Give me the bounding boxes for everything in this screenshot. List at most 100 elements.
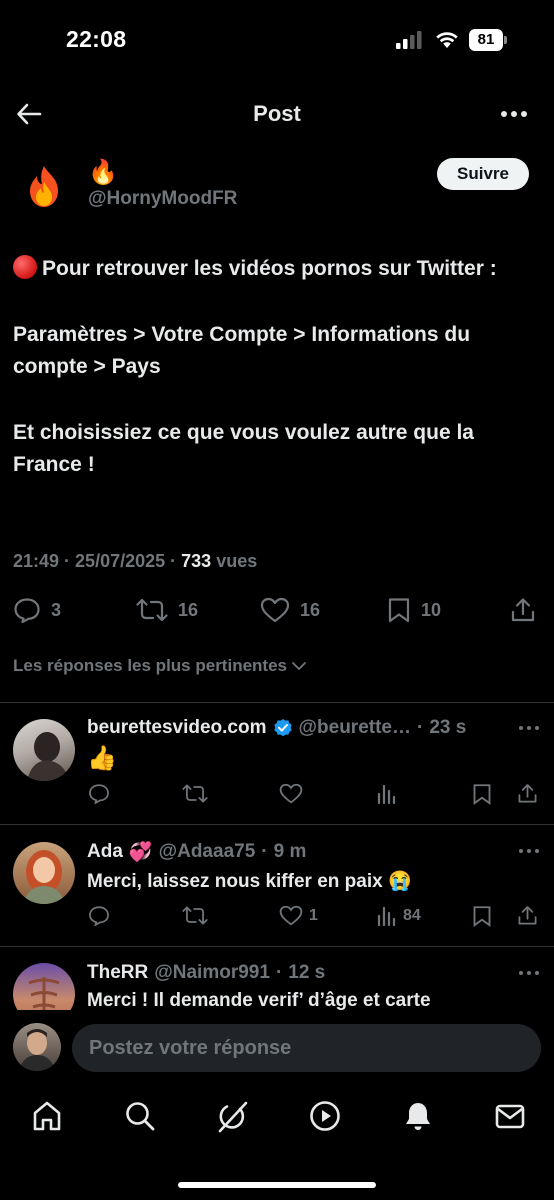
home-icon[interactable]: [31, 1100, 63, 1132]
reply-bookmark-action[interactable]: [472, 783, 492, 805]
reply-icon: [89, 906, 109, 926]
heart-icon: [279, 783, 303, 804]
reply-avatar[interactable]: [13, 842, 75, 904]
avatar-image: [23, 850, 65, 904]
bookmark-icon: [473, 784, 491, 805]
signal-icon: [396, 31, 422, 49]
reply-handle[interactable]: @beurette…: [299, 717, 412, 739]
wifi-icon: [436, 32, 458, 48]
views-icon: [377, 784, 396, 804]
divider: [0, 702, 554, 703]
reply-time: 23 s: [429, 717, 467, 738]
notifications-icon[interactable]: [402, 1100, 434, 1132]
search-icon[interactable]: [124, 1100, 156, 1132]
author-avatar[interactable]: [24, 164, 64, 208]
reply-reply-action[interactable]: [88, 905, 110, 926]
hearts-emoji: 💞: [128, 842, 153, 863]
messages-icon[interactable]: [494, 1100, 526, 1132]
reply-repost-action[interactable]: [182, 783, 208, 804]
bookmark-count: 10: [421, 599, 442, 620]
more-options-icon[interactable]: [500, 104, 528, 124]
heart-icon: [260, 597, 290, 623]
reply-author-name[interactable]: TheRR: [87, 962, 148, 984]
share-icon: [511, 598, 535, 622]
status-time: 22:08: [66, 26, 127, 52]
views-count: 733: [181, 551, 212, 571]
reply-repost-action[interactable]: [182, 905, 208, 926]
reply-header: TheRR @Naimor991 · 12 s: [87, 962, 326, 984]
reply-author-name[interactable]: Ada: [87, 841, 123, 863]
repost-count: 16: [178, 599, 199, 620]
reply-time: 12 s: [288, 962, 326, 983]
video-icon[interactable]: [309, 1100, 341, 1132]
divider: [0, 946, 554, 947]
reply-avatar[interactable]: [13, 719, 75, 781]
reply-handle[interactable]: @Adaaa75: [159, 841, 256, 863]
chevron-down-icon: [292, 662, 306, 671]
views-icon: [377, 906, 396, 926]
red-circle-emoji: [13, 255, 37, 279]
reply-header: beurettesvideo.com @beurette… · 23 s: [87, 717, 467, 739]
share-icon: [518, 784, 537, 803]
reply-handle[interactable]: @Naimor991: [154, 962, 270, 984]
repost-action[interactable]: 16: [136, 597, 198, 623]
verified-badge-icon: [273, 719, 292, 737]
reply-like-action[interactable]: [279, 783, 303, 804]
reply-bookmark-action[interactable]: [472, 905, 492, 927]
grok-icon[interactable]: [215, 1100, 249, 1134]
reply-like-action[interactable]: 1: [279, 905, 318, 926]
repost-icon: [182, 906, 208, 925]
post-paragraph: Et choisissiez ce que vous voulez autre …: [13, 421, 474, 476]
more-options-icon[interactable]: [518, 846, 540, 856]
battery-icon: 81: [469, 29, 507, 51]
page-title: Post: [253, 101, 301, 126]
reply-share-action[interactable]: [517, 783, 538, 804]
user-avatar[interactable]: [13, 1023, 61, 1071]
post-meta: 21:49 · 25/07/2025 · 733 vues: [13, 551, 258, 571]
bookmark-action[interactable]: 10: [387, 597, 441, 623]
reply-views-action[interactable]: 84: [377, 905, 421, 926]
reply-input[interactable]: Postez votre réponse: [72, 1024, 541, 1072]
reply-count: 3: [51, 599, 62, 620]
follow-button[interactable]: Suivre: [437, 158, 529, 190]
author-handle[interactable]: @HornyMoodFR: [88, 188, 237, 210]
bookmark-icon: [388, 598, 410, 623]
reply-text: Merci, laissez nous kiffer en paix 😭: [87, 871, 412, 892]
like-count: 16: [300, 599, 321, 620]
views-label: vues: [216, 551, 258, 571]
author-name[interactable]: 🔥: [88, 158, 118, 187]
battery-level: 81: [469, 29, 503, 51]
reply-text: 👍: [87, 745, 117, 772]
post-paragraph: Paramètres > Votre Compte > Informations…: [13, 323, 471, 378]
reply-header: Ada 💞 @Adaaa75 · 9 m: [87, 841, 307, 863]
post-time: 21:49: [13, 551, 60, 571]
reply-action[interactable]: 3: [13, 597, 61, 623]
reply-icon: [89, 784, 109, 804]
home-indicator: [178, 1182, 376, 1188]
share-icon: [518, 906, 537, 925]
avatar-image: [19, 1029, 55, 1071]
reply-like-count: 1: [309, 906, 318, 924]
post-body: Pour retrouver les vidéos pornos sur Twi…: [13, 253, 533, 515]
post-paragraph: Pour retrouver les vidéos pornos sur Twi…: [13, 253, 533, 285]
reply-author-name[interactable]: beurettesvideo.com: [87, 717, 267, 739]
reply-views-count: 84: [403, 906, 421, 924]
bookmark-icon: [473, 906, 491, 927]
repost-icon: [182, 784, 208, 803]
sort-replies-dropdown[interactable]: Les réponses les plus pertinentes: [13, 656, 307, 676]
more-options-icon[interactable]: [518, 723, 540, 733]
more-options-icon[interactable]: [518, 968, 540, 978]
share-action[interactable]: [510, 597, 536, 623]
reply-text: Merci ! Il demande verif’ d’âge et carte: [87, 990, 431, 1011]
divider: [0, 824, 554, 825]
reply-share-action[interactable]: [517, 905, 538, 926]
reply-icon: [14, 598, 40, 623]
reply-reply-action[interactable]: [88, 783, 110, 804]
sort-label: Les réponses les plus pertinentes: [13, 656, 287, 675]
post-date: 25/07/2025: [75, 551, 166, 571]
avatar-image: [27, 732, 69, 781]
reply-views-action[interactable]: [377, 783, 397, 804]
repost-icon: [136, 598, 168, 622]
heart-icon: [279, 905, 303, 926]
like-action[interactable]: 16: [260, 597, 320, 623]
